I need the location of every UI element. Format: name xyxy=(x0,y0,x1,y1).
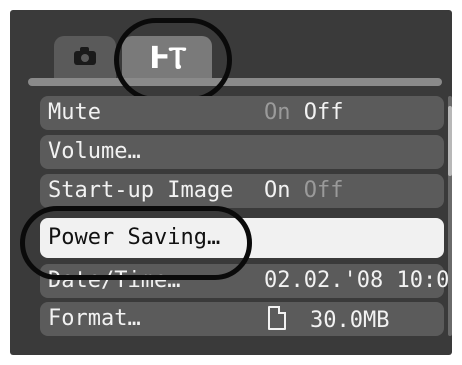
menu-item-startup-image[interactable]: Start-up Image On Off xyxy=(40,174,444,208)
startup-options: On Off xyxy=(264,178,344,203)
tab-shooting[interactable] xyxy=(54,36,116,80)
format-value: 30.0MB xyxy=(268,306,389,333)
menu-item-label: Mute xyxy=(48,100,101,125)
startup-on-option[interactable]: On xyxy=(264,178,291,203)
menu-item-label: Volume… xyxy=(48,139,141,164)
date-time-value: 02.02.'08 10:00 xyxy=(264,268,452,293)
camera-icon xyxy=(74,47,96,65)
memory-card-icon xyxy=(268,306,286,330)
startup-off-option[interactable]: Off xyxy=(304,178,344,203)
camera-screen: ⱵⲦ Mute On Off Volume… Start-up Image On… xyxy=(10,10,452,355)
menu-scrollbar[interactable] xyxy=(448,96,452,336)
menu-item-volume[interactable]: Volume… xyxy=(40,135,444,169)
menu-item-mute[interactable]: Mute On Off xyxy=(40,96,444,130)
mute-options: On Off xyxy=(264,100,344,125)
format-capacity: 30.0MB xyxy=(310,308,390,333)
setup-tab-highlight-ring xyxy=(114,18,232,102)
power-saving-highlight-ring xyxy=(20,206,252,280)
scrollbar-thumb[interactable] xyxy=(448,106,452,176)
menu-item-label: Start-up Image xyxy=(48,178,234,203)
mute-on-option[interactable]: On xyxy=(264,100,291,125)
menu-item-label: Format… xyxy=(48,306,141,331)
tab-underline xyxy=(28,78,442,86)
mute-off-option[interactable]: Off xyxy=(304,100,344,125)
menu-item-format[interactable]: Format… 30.0MB xyxy=(40,302,444,336)
